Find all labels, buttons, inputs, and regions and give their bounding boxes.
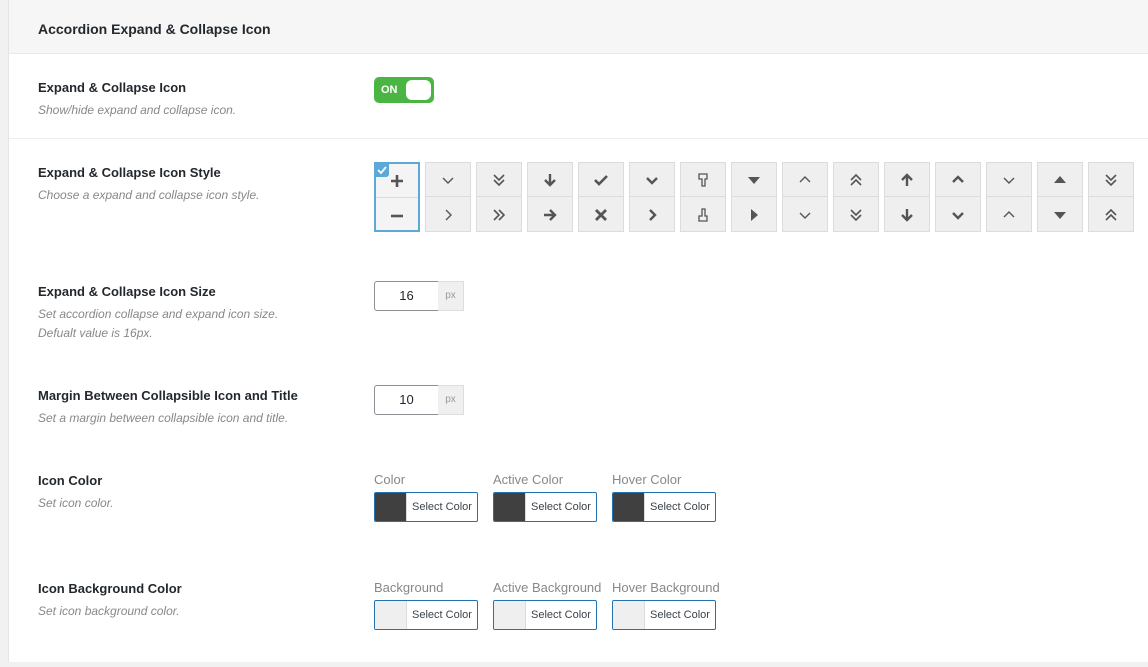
icon-style-option[interactable] (680, 162, 726, 232)
active-bg-swatch (494, 601, 526, 629)
chevron-down-bold-icon (630, 163, 674, 197)
icon-color-picker: Color Select Color (374, 472, 478, 522)
icon-size-row: Expand & Collapse Icon Size Set accordio… (38, 283, 1138, 343)
icon-size-description-line2: Defualt value is 16px. (38, 326, 153, 340)
icon-size-input[interactable]: 16 (374, 281, 439, 311)
hover-color-swatch (613, 493, 645, 521)
chevron-up-bold-icon (936, 163, 980, 197)
active-bg-caption: Active Background (493, 580, 602, 595)
icon-style-option[interactable] (731, 162, 777, 232)
icon-style-option[interactable] (935, 162, 981, 232)
active-color-swatch (494, 493, 526, 521)
arrow-down-icon (885, 198, 929, 232)
icon-style-option[interactable] (884, 162, 930, 232)
double-chevron-up-icon (1089, 198, 1133, 232)
chevron-down-bold-icon (936, 198, 980, 232)
caret-down-icon (1038, 198, 1082, 232)
color-swatch (375, 493, 407, 521)
select-color-label: Select Color (531, 501, 591, 513)
select-color-label: Select Color (531, 609, 591, 621)
double-chevron-down-icon (1089, 163, 1133, 197)
icon-style-option[interactable] (1088, 162, 1134, 232)
arrow-right-icon (528, 198, 572, 232)
active-color-caption: Active Color (493, 472, 564, 487)
hand-down-icon (681, 163, 725, 197)
icon-style-option[interactable] (578, 162, 624, 232)
chevron-down-icon (426, 163, 470, 197)
icon-size-description-line1: Set accordion collapse and expand icon s… (38, 307, 279, 321)
chevron-right-bold-icon (630, 198, 674, 232)
select-active-color-button[interactable]: Select Color (493, 492, 597, 522)
double-chevron-up-icon (834, 163, 878, 197)
chevron-right-icon (426, 198, 470, 232)
chevron-down-icon (783, 198, 827, 232)
icon-margin-row: Margin Between Collapsible Icon and Titl… (38, 387, 1138, 428)
times-icon (579, 198, 623, 232)
icon-style-option[interactable] (629, 162, 675, 232)
icon-style-option[interactable] (1037, 162, 1083, 232)
selected-check-icon (375, 163, 389, 177)
hover-bg-swatch (613, 601, 645, 629)
color-caption: Color (374, 472, 406, 487)
icon-active-bg-picker: Active Background Select Color (493, 580, 602, 630)
select-hover-color-button[interactable]: Select Color (612, 492, 716, 522)
icon-style-option[interactable] (782, 162, 828, 232)
chevron-down-icon (987, 163, 1031, 197)
hover-bg-caption: Hover Background (612, 580, 720, 595)
section-header: Accordion Expand & Collapse Icon (9, 0, 1148, 54)
expand-collapse-description: Show/hide expand and collapse icon. (38, 103, 237, 117)
select-hover-bg-button[interactable]: Select Color (612, 600, 716, 630)
caret-up-icon (1038, 163, 1082, 197)
select-color-label: Select Color (412, 501, 472, 513)
icon-margin-title: Margin Between Collapsible Icon and Titl… (38, 388, 298, 403)
settings-panel: Accordion Expand & Collapse Icon Expand … (8, 0, 1148, 662)
icon-bg-picker: Background Select Color (374, 580, 478, 630)
chevron-up-icon (987, 198, 1031, 232)
bg-swatch (375, 601, 407, 629)
toggle-label: ON (381, 84, 398, 96)
select-bg-color-button[interactable]: Select Color (374, 600, 478, 630)
double-chevron-down-icon (477, 163, 521, 197)
icon-style-option[interactable] (476, 162, 522, 232)
expand-collapse-toggle[interactable]: ON (374, 77, 434, 103)
section-title: Accordion Expand & Collapse Icon (38, 21, 271, 37)
hand-up-icon (681, 198, 725, 232)
select-color-label: Select Color (650, 609, 710, 621)
bg-caption: Background (374, 580, 444, 595)
icon-color-title: Icon Color (38, 473, 103, 488)
icon-margin-unit: px (438, 385, 464, 415)
minus-icon (376, 199, 418, 233)
double-chevron-right-icon (477, 198, 521, 232)
select-color-label: Select Color (650, 501, 710, 513)
hover-color-caption: Hover Color (612, 472, 682, 487)
select-color-label: Select Color (412, 609, 472, 621)
icon-margin-input[interactable]: 10 (374, 385, 439, 415)
expand-collapse-title: Expand & Collapse Icon (38, 80, 187, 95)
chevron-up-icon (783, 163, 827, 197)
select-color-button[interactable]: Select Color (374, 492, 478, 522)
icon-style-option[interactable] (527, 162, 573, 232)
caret-right-icon (732, 198, 776, 232)
expand-collapse-row: Expand & Collapse Icon Show/hide expand … (38, 79, 1138, 120)
icon-size-description: Set accordion collapse and expand icon s… (38, 305, 1138, 343)
icon-active-color-picker: Active Color Select Color (493, 472, 597, 522)
icon-style-option[interactable] (425, 162, 471, 232)
icon-style-option[interactable] (986, 162, 1032, 232)
icon-style-option[interactable] (374, 162, 420, 232)
arrow-up-icon (885, 163, 929, 197)
caret-down-icon (732, 163, 776, 197)
select-active-bg-button[interactable]: Select Color (493, 600, 597, 630)
icon-margin-description: Set a margin between collapsible icon an… (38, 411, 289, 425)
icon-hover-color-picker: Hover Color Select Color (612, 472, 716, 522)
icon-hover-bg-picker: Hover Background Select Color (612, 580, 720, 630)
check-icon (579, 163, 623, 197)
icon-size-unit: px (438, 281, 464, 311)
double-chevron-down-icon (834, 198, 878, 232)
icon-size-title: Expand & Collapse Icon Size (38, 284, 216, 299)
row-divider (9, 138, 1148, 139)
arrow-down-icon (528, 163, 572, 197)
toggle-knob (406, 80, 431, 100)
icon-style-option[interactable] (833, 162, 879, 232)
